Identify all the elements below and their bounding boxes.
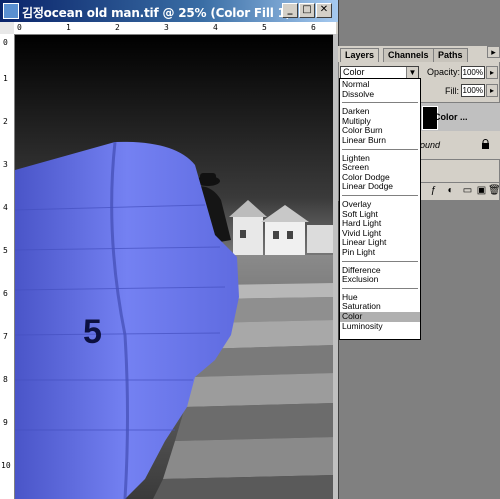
- ruler-tick-label: 4: [3, 203, 8, 212]
- layer-row-color-fill[interactable]: Color ...: [420, 102, 500, 132]
- palette-menu-button[interactable]: ▸: [487, 46, 500, 58]
- horizontal-ruler[interactable]: 0 1 2 3 4 5 6: [14, 22, 336, 35]
- document-window: 김정ocean old man.tif @ 25% (Color Fill 1,…: [0, 0, 339, 499]
- new-group-icon[interactable]: ▭: [462, 185, 473, 196]
- fill-slider-arrow-icon[interactable]: ▸: [486, 84, 498, 97]
- menu-separator: [342, 287, 418, 289]
- layers-bottom-toolbar: ƒ ◐ ▭ ▣ 🗑: [420, 182, 500, 199]
- blend-mode-value: Color: [343, 67, 365, 77]
- blend-mode-option[interactable]: Luminosity: [342, 321, 383, 332]
- blend-mode-option[interactable]: Pin Light: [342, 247, 375, 258]
- blend-mode-option[interactable]: Linear Burn: [342, 135, 386, 146]
- ruler-tick-label: 0: [17, 23, 22, 32]
- fill-label: Fill:: [445, 86, 459, 96]
- ruler-tick-label: 6: [3, 289, 8, 298]
- ruler-tick-label: 8: [3, 375, 8, 384]
- layer-row-background[interactable]: ound: [420, 131, 500, 160]
- ruler-origin[interactable]: [0, 22, 14, 34]
- opacity-slider-arrow-icon[interactable]: ▸: [486, 66, 498, 79]
- new-layer-icon[interactable]: ▣: [476, 185, 487, 196]
- photo-artwork: 5: [15, 35, 335, 499]
- menu-separator: [342, 260, 418, 262]
- menu-separator: [342, 102, 418, 104]
- ruler-tick-label: 6: [311, 23, 316, 32]
- layer-style-icon[interactable]: ƒ: [428, 185, 439, 196]
- adjustment-layer-icon[interactable]: ◐: [445, 185, 456, 196]
- tab-layers[interactable]: Layers: [340, 48, 380, 62]
- tab-channels[interactable]: Channels: [383, 48, 434, 62]
- opacity-input[interactable]: 100%: [461, 66, 485, 79]
- menu-separator: [342, 148, 418, 150]
- ruler-tick-label: 2: [115, 23, 120, 32]
- ruler-tick-label: 3: [3, 160, 8, 169]
- ruler-tick-label: 5: [262, 23, 267, 32]
- blend-mode-dropdown: Normal Dissolve Darken Multiply Color Burn Li…: [339, 78, 421, 340]
- blend-mode-option[interactable]: Dissolve: [342, 89, 374, 100]
- opacity-label: Opacity:: [427, 67, 461, 77]
- ruler-tick-label: 1: [3, 74, 8, 83]
- wall-number: 5: [83, 313, 102, 351]
- ruler-tick-label: 0: [3, 38, 8, 47]
- ruler-tick-label: 5: [3, 246, 8, 255]
- vertical-ruler[interactable]: 0 1 2 3 4 5 6 7 8 9 10: [0, 34, 15, 499]
- menu-separator: [342, 195, 418, 196]
- minimize-button[interactable]: _: [282, 3, 298, 18]
- palette-tab-row: Layers Channels Paths: [338, 46, 500, 62]
- image-canvas[interactable]: 5: [15, 35, 335, 499]
- chevron-down-icon[interactable]: ▼: [406, 67, 418, 78]
- title-bar[interactable]: 김정ocean old man.tif @ 25% (Color Fill 1,…: [0, 0, 338, 22]
- ruler-tick-label: 7: [3, 332, 8, 341]
- ruler-tick-label: 3: [164, 23, 169, 32]
- blend-mode-option[interactable]: Exclusion: [342, 275, 378, 285]
- tab-paths[interactable]: Paths: [433, 48, 468, 62]
- document-title: 김정ocean old man.tif @ 25% (Color Fill 1,…: [22, 6, 308, 20]
- ruler-tick-label: 1: [66, 23, 71, 32]
- layer-name: ound: [420, 140, 441, 150]
- maximize-button[interactable]: □: [299, 3, 315, 18]
- photoshop-document-icon: [3, 3, 19, 19]
- ruler-tick-label: 9: [3, 418, 8, 427]
- lock-icon: [482, 139, 489, 149]
- ruler-tick-label: 10: [1, 461, 11, 470]
- fill-input[interactable]: 100%: [461, 84, 485, 97]
- layer-name: Color ...: [434, 112, 468, 122]
- ruler-tick-label: 4: [213, 23, 218, 32]
- trash-icon[interactable]: 🗑: [488, 185, 500, 196]
- ruler-tick-label: 2: [3, 117, 8, 126]
- close-button[interactable]: ✕: [316, 3, 332, 18]
- blend-mode-option[interactable]: Linear Dodge: [342, 182, 393, 192]
